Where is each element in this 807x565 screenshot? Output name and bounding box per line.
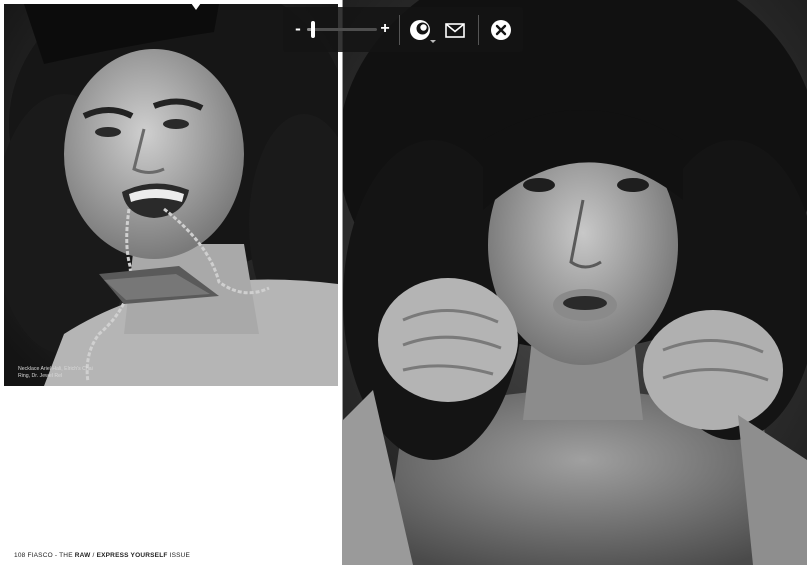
zoom-out-icon: -: [295, 19, 301, 38]
left-page-photo: Necklace Ariel Hali, Elrich's Chai Ring,…: [4, 4, 338, 386]
toolbar-divider: [399, 15, 400, 45]
zoom-out-button[interactable]: -: [291, 19, 305, 39]
zoom-slider-thumb[interactable]: [310, 21, 315, 38]
magazine-name: FIASCO - THE: [27, 552, 73, 559]
caption-line: Ring, Dr. Jewel Rel: [18, 373, 63, 379]
page-folio: 108 FIASCO - THE RAW / EXPRESS YOURSELF …: [14, 552, 190, 559]
folio-separator: /: [92, 552, 95, 559]
page-number: 108: [14, 552, 26, 559]
zoom-in-icon: +: [380, 20, 390, 37]
share-icon: [410, 20, 430, 40]
mail-icon: [445, 22, 465, 38]
close-icon: [491, 20, 511, 40]
issue-raw: RAW: [74, 552, 91, 559]
chevron-down-icon[interactable]: [430, 40, 436, 43]
mail-button[interactable]: [443, 19, 467, 41]
toolbar-divider: [478, 15, 479, 45]
zoom-in-button[interactable]: +: [378, 19, 392, 39]
viewer-toolbar: - +: [283, 7, 523, 52]
issue-label: ISSUE: [169, 552, 191, 559]
caption-line: Necklace Ariel Hali, Elrich's Chai: [18, 366, 93, 372]
zoom-slider-track[interactable]: [307, 28, 377, 31]
left-page: Necklace Ariel Hali, Elrich's Chai Ring,…: [0, 0, 342, 565]
issue-name: EXPRESS YOURSELF: [96, 552, 168, 559]
right-page-photo: [343, 0, 807, 565]
top-marker-icon: [191, 3, 201, 10]
close-button[interactable]: [488, 17, 514, 43]
magazine-spread: Necklace Ariel Hali, Elrich's Chai Ring,…: [0, 0, 807, 565]
photo-caption: Necklace Ariel Hali, Elrich's Chai Ring,…: [18, 366, 138, 380]
